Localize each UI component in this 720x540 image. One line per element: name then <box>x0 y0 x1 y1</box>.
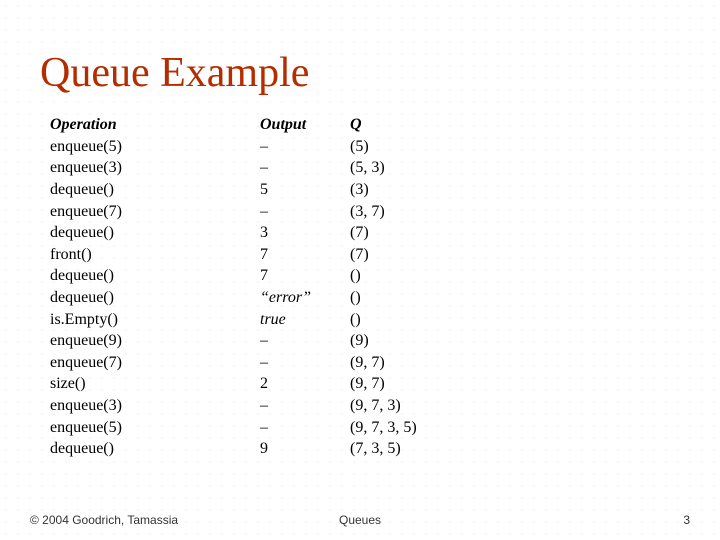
cell-output: – <box>260 417 350 439</box>
column-q: Q (5)(5, 3)(3)(3, 7)(7)(7)()()()(9)(9, 7… <box>350 114 530 460</box>
cell-output: 3 <box>260 222 350 244</box>
footer-page-number: 3 <box>683 513 690 527</box>
cell-q: (5, 3) <box>350 157 530 179</box>
cell-operation: dequeue() <box>50 438 260 460</box>
cell-q: (7, 3, 5) <box>350 438 530 460</box>
cell-output: “error” <box>260 287 350 309</box>
cell-operation: enqueue(7) <box>50 352 260 374</box>
cell-operation: dequeue() <box>50 222 260 244</box>
header-operation: Operation <box>50 114 260 136</box>
col-op-body: enqueue(5)enqueue(3)dequeue()enqueue(7)d… <box>50 136 260 460</box>
cell-operation: size() <box>50 373 260 395</box>
cell-operation: enqueue(3) <box>50 395 260 417</box>
column-operation: Operation enqueue(5)enqueue(3)dequeue()e… <box>50 114 260 460</box>
cell-operation: dequeue() <box>50 265 260 287</box>
cell-q: (5) <box>350 136 530 158</box>
cell-output: 7 <box>260 265 350 287</box>
cell-operation: front() <box>50 244 260 266</box>
cell-output: 5 <box>260 179 350 201</box>
cell-operation: enqueue(9) <box>50 330 260 352</box>
cell-operation: dequeue() <box>50 287 260 309</box>
cell-output: 9 <box>260 438 350 460</box>
cell-q: (7) <box>350 244 530 266</box>
column-output: Output ––5–377“error”true––2––9 <box>260 114 350 460</box>
cell-q: () <box>350 287 530 309</box>
cell-output: 7 <box>260 244 350 266</box>
header-q: Q <box>350 114 530 136</box>
cell-q: (9, 7) <box>350 352 530 374</box>
cell-operation: is.Empty() <box>50 309 260 331</box>
cell-operation: enqueue(3) <box>50 157 260 179</box>
cell-q: (7) <box>350 222 530 244</box>
cell-output: true <box>260 309 350 331</box>
cell-output: – <box>260 136 350 158</box>
cell-q: () <box>350 265 530 287</box>
cell-q: (9, 7, 3) <box>350 395 530 417</box>
cell-q: (9, 7) <box>350 373 530 395</box>
cell-q: () <box>350 309 530 331</box>
cell-output: – <box>260 352 350 374</box>
cell-q: (9, 7, 3, 5) <box>350 417 530 439</box>
cell-operation: dequeue() <box>50 179 260 201</box>
col-out-body: ––5–377“error”true––2––9 <box>260 136 350 460</box>
slide-content: Queue Example Operation enqueue(5)enqueu… <box>0 0 720 540</box>
operations-table: Operation enqueue(5)enqueue(3)dequeue()e… <box>50 114 680 460</box>
cell-output: – <box>260 201 350 223</box>
slide-title: Queue Example <box>40 50 680 96</box>
cell-operation: enqueue(7) <box>50 201 260 223</box>
cell-q: (9) <box>350 330 530 352</box>
cell-q: (3, 7) <box>350 201 530 223</box>
cell-output: – <box>260 157 350 179</box>
footer-copyright: © 2004 Goodrich, Tamassia <box>30 513 178 527</box>
col-q-body: (5)(5, 3)(3)(3, 7)(7)(7)()()()(9)(9, 7)(… <box>350 136 530 460</box>
cell-output: 2 <box>260 373 350 395</box>
cell-operation: enqueue(5) <box>50 417 260 439</box>
cell-q: (3) <box>350 179 530 201</box>
header-output: Output <box>260 114 350 136</box>
cell-output: – <box>260 395 350 417</box>
footer-topic: Queues <box>339 513 381 527</box>
cell-output: – <box>260 330 350 352</box>
cell-operation: enqueue(5) <box>50 136 260 158</box>
